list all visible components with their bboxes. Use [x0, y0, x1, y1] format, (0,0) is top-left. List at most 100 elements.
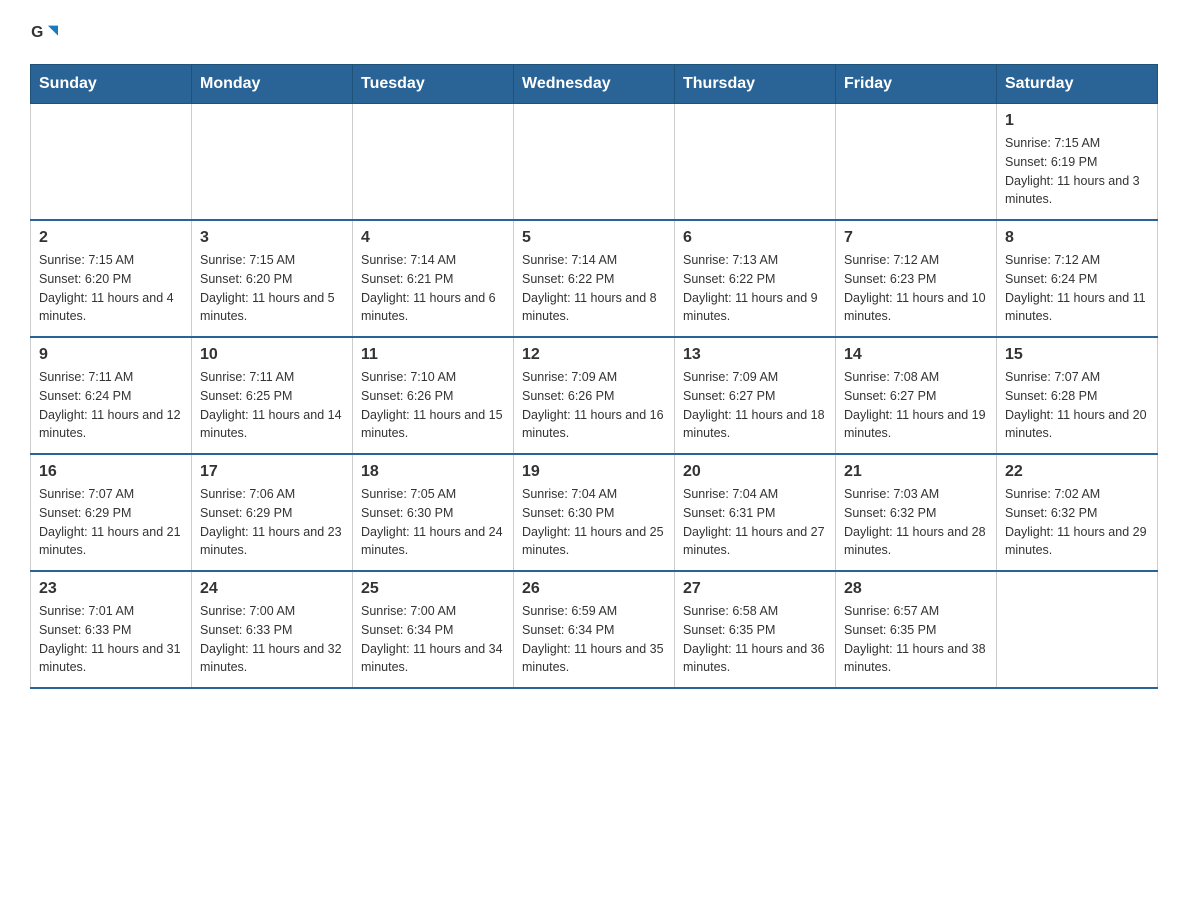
- calendar-cell: 28 Sunrise: 6:57 AM Sunset: 6:35 PM Dayli…: [836, 571, 997, 688]
- calendar-cell: 14Sunrise: 7:08 AM Sunset: 6:27 PM Dayli…: [836, 337, 997, 454]
- day-number: 4: [361, 229, 505, 247]
- column-header-monday: Monday: [192, 65, 353, 104]
- calendar-cell: 25 Sunrise: 7:00 AM Sunset: 6:34 PM Dayli…: [353, 571, 514, 688]
- calendar-cell: 19 Sunrise: 7:04 AM Sunset: 6:30 PM Dayli…: [514, 454, 675, 571]
- column-header-thursday: Thursday: [675, 65, 836, 104]
- day-info: Sunrise: 7:14 AM Sunset: 6:21 PM Dayligh…: [361, 251, 505, 326]
- day-number: 15: [1005, 346, 1149, 364]
- calendar-cell: 20Sunrise: 7:04 AM Sunset: 6:31 PM Dayli…: [675, 454, 836, 571]
- calendar-cell: 18 Sunrise: 7:05 AM Sunset: 6:30 PM Dayli…: [353, 454, 514, 571]
- day-number: 8: [1005, 229, 1149, 247]
- day-info: Sunrise: 7:10 AM Sunset: 6:26 PM Dayligh…: [361, 368, 505, 443]
- calendar-cell: [836, 104, 997, 221]
- calendar-cell: 1 Sunrise: 7:15 AM Sunset: 6:19 PM Daylig…: [997, 104, 1158, 221]
- day-number: 1: [1005, 112, 1149, 130]
- week-row-4: 16 Sunrise: 7:07 AM Sunset: 6:29 PM Dayli…: [31, 454, 1158, 571]
- day-number: 24: [200, 580, 344, 598]
- day-info: Sunrise: 7:09 AM Sunset: 6:27 PM Dayligh…: [683, 368, 827, 443]
- column-header-sunday: Sunday: [31, 65, 192, 104]
- page-header: G: [30, 20, 1158, 48]
- day-info: Sunrise: 7:02 AM Sunset: 6:32 PM Dayligh…: [1005, 485, 1149, 560]
- day-info: Sunrise: 7:00 AM Sunset: 6:33 PM Dayligh…: [200, 602, 344, 677]
- day-info: Sunrise: 7:04 AM Sunset: 6:30 PM Dayligh…: [522, 485, 666, 560]
- day-info: Sunrise: 7:07 AM Sunset: 6:29 PM Dayligh…: [39, 485, 183, 560]
- week-row-2: 2 Sunrise: 7:15 AM Sunset: 6:20 PM Daylig…: [31, 220, 1158, 337]
- calendar-cell: [353, 104, 514, 221]
- column-header-friday: Friday: [836, 65, 997, 104]
- day-number: 18: [361, 463, 505, 481]
- calendar-cell: [514, 104, 675, 221]
- day-number: 11: [361, 346, 505, 364]
- day-number: 7: [844, 229, 988, 247]
- day-number: 17: [200, 463, 344, 481]
- column-header-tuesday: Tuesday: [353, 65, 514, 104]
- day-number: 9: [39, 346, 183, 364]
- week-row-5: 23Sunrise: 7:01 AM Sunset: 6:33 PM Dayli…: [31, 571, 1158, 688]
- calendar-cell: 9 Sunrise: 7:11 AM Sunset: 6:24 PM Daylig…: [31, 337, 192, 454]
- day-info: Sunrise: 6:58 AM Sunset: 6:35 PM Dayligh…: [683, 602, 827, 677]
- week-row-1: 1 Sunrise: 7:15 AM Sunset: 6:19 PM Daylig…: [31, 104, 1158, 221]
- day-info: Sunrise: 6:57 AM Sunset: 6:35 PM Dayligh…: [844, 602, 988, 677]
- day-info: Sunrise: 7:13 AM Sunset: 6:22 PM Dayligh…: [683, 251, 827, 326]
- calendar-cell: 17 Sunrise: 7:06 AM Sunset: 6:29 PM Dayli…: [192, 454, 353, 571]
- logo-icon: G: [30, 20, 58, 48]
- calendar-cell: [192, 104, 353, 221]
- calendar-cell: 5 Sunrise: 7:14 AM Sunset: 6:22 PM Daylig…: [514, 220, 675, 337]
- day-number: 10: [200, 346, 344, 364]
- calendar-cell: 15 Sunrise: 7:07 AM Sunset: 6:28 PM Dayli…: [997, 337, 1158, 454]
- day-number: 25: [361, 580, 505, 598]
- day-info: Sunrise: 7:00 AM Sunset: 6:34 PM Dayligh…: [361, 602, 505, 677]
- day-number: 5: [522, 229, 666, 247]
- column-header-saturday: Saturday: [997, 65, 1158, 104]
- day-number: 2: [39, 229, 183, 247]
- calendar-cell: 24 Sunrise: 7:00 AM Sunset: 6:33 PM Dayli…: [192, 571, 353, 688]
- day-info: Sunrise: 7:12 AM Sunset: 6:24 PM Dayligh…: [1005, 251, 1149, 326]
- calendar-cell: 13 Sunrise: 7:09 AM Sunset: 6:27 PM Dayli…: [675, 337, 836, 454]
- calendar-cell: 2 Sunrise: 7:15 AM Sunset: 6:20 PM Daylig…: [31, 220, 192, 337]
- day-number: 13: [683, 346, 827, 364]
- calendar-table: SundayMondayTuesdayWednesdayThursdayFrid…: [30, 64, 1158, 689]
- day-number: 6: [683, 229, 827, 247]
- calendar-cell: [675, 104, 836, 221]
- calendar-cell: 4 Sunrise: 7:14 AM Sunset: 6:21 PM Daylig…: [353, 220, 514, 337]
- day-number: 28: [844, 580, 988, 598]
- day-info: Sunrise: 7:11 AM Sunset: 6:25 PM Dayligh…: [200, 368, 344, 443]
- day-info: Sunrise: 7:09 AM Sunset: 6:26 PM Dayligh…: [522, 368, 666, 443]
- calendar-cell: [31, 104, 192, 221]
- week-row-3: 9 Sunrise: 7:11 AM Sunset: 6:24 PM Daylig…: [31, 337, 1158, 454]
- calendar-cell: 8 Sunrise: 7:12 AM Sunset: 6:24 PM Daylig…: [997, 220, 1158, 337]
- day-info: Sunrise: 7:15 AM Sunset: 6:20 PM Dayligh…: [200, 251, 344, 326]
- day-info: Sunrise: 7:03 AM Sunset: 6:32 PM Dayligh…: [844, 485, 988, 560]
- day-number: 21: [844, 463, 988, 481]
- calendar-cell: 6 Sunrise: 7:13 AM Sunset: 6:22 PM Daylig…: [675, 220, 836, 337]
- day-number: 19: [522, 463, 666, 481]
- day-info: Sunrise: 7:11 AM Sunset: 6:24 PM Dayligh…: [39, 368, 183, 443]
- day-info: Sunrise: 7:15 AM Sunset: 6:19 PM Dayligh…: [1005, 134, 1149, 209]
- calendar-cell: 26Sunrise: 6:59 AM Sunset: 6:34 PM Dayli…: [514, 571, 675, 688]
- day-info: Sunrise: 7:14 AM Sunset: 6:22 PM Dayligh…: [522, 251, 666, 326]
- calendar-cell: 21 Sunrise: 7:03 AM Sunset: 6:32 PM Dayli…: [836, 454, 997, 571]
- calendar-cell: 27 Sunrise: 6:58 AM Sunset: 6:35 PM Dayli…: [675, 571, 836, 688]
- calendar-header-row: SundayMondayTuesdayWednesdayThursdayFrid…: [31, 65, 1158, 104]
- day-number: 27: [683, 580, 827, 598]
- calendar-cell: 11 Sunrise: 7:10 AM Sunset: 6:26 PM Dayli…: [353, 337, 514, 454]
- calendar-cell: 7 Sunrise: 7:12 AM Sunset: 6:23 PM Daylig…: [836, 220, 997, 337]
- day-number: 12: [522, 346, 666, 364]
- day-info: Sunrise: 7:06 AM Sunset: 6:29 PM Dayligh…: [200, 485, 344, 560]
- column-header-wednesday: Wednesday: [514, 65, 675, 104]
- calendar-cell: 3 Sunrise: 7:15 AM Sunset: 6:20 PM Daylig…: [192, 220, 353, 337]
- logo: G: [30, 20, 64, 48]
- day-info: Sunrise: 7:15 AM Sunset: 6:20 PM Dayligh…: [39, 251, 183, 326]
- day-info: Sunrise: 7:12 AM Sunset: 6:23 PM Dayligh…: [844, 251, 988, 326]
- day-number: 20: [683, 463, 827, 481]
- day-number: 22: [1005, 463, 1149, 481]
- day-number: 16: [39, 463, 183, 481]
- calendar-cell: [997, 571, 1158, 688]
- day-info: Sunrise: 7:05 AM Sunset: 6:30 PM Dayligh…: [361, 485, 505, 560]
- day-info: Sunrise: 7:08 AM Sunset: 6:27 PM Dayligh…: [844, 368, 988, 443]
- day-info: Sunrise: 7:07 AM Sunset: 6:28 PM Dayligh…: [1005, 368, 1149, 443]
- calendar-cell: 10 Sunrise: 7:11 AM Sunset: 6:25 PM Dayli…: [192, 337, 353, 454]
- day-number: 23: [39, 580, 183, 598]
- day-number: 3: [200, 229, 344, 247]
- svg-text:G: G: [31, 24, 43, 41]
